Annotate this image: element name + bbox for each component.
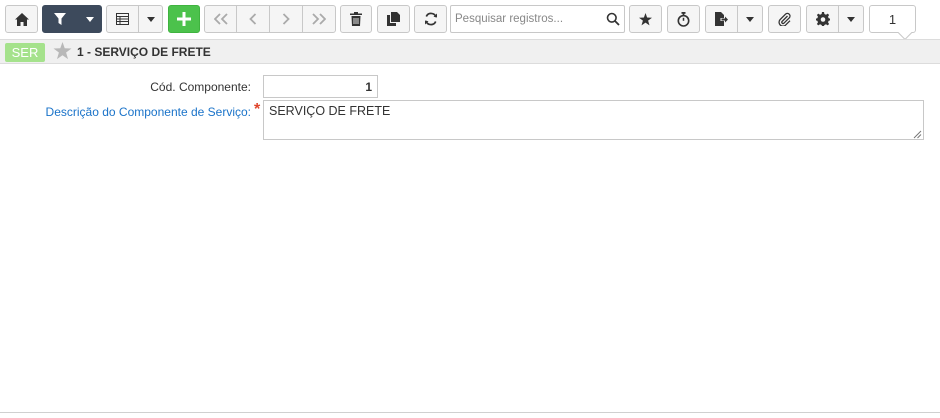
form-area: Cód. Componente: Descrição do Componente… <box>0 65 940 413</box>
filter-icon <box>54 13 66 25</box>
home-icon <box>14 12 29 26</box>
descricao-label: Descrição do Componente de Serviço: <box>45 105 251 119</box>
add-button[interactable] <box>168 5 200 33</box>
caret-down-icon <box>746 16 754 22</box>
record-header: SER 1 - SERVIÇO DE FRETE <box>0 39 940 64</box>
file-export-icon <box>715 12 728 26</box>
module-badge: SER <box>5 43 45 62</box>
favorite-star-icon[interactable] <box>53 42 72 63</box>
chevron-right-icon <box>282 13 290 25</box>
previous-record-button[interactable] <box>236 5 270 33</box>
caret-down-icon <box>146 16 155 22</box>
toolbar: 1 <box>0 0 940 38</box>
caret-down-icon <box>85 16 94 22</box>
export-dropdown-button[interactable] <box>737 5 763 33</box>
cod-componente-label: Cód. Componente: <box>150 80 251 94</box>
filter-dropdown-button[interactable] <box>77 5 102 33</box>
export-button[interactable] <box>705 5 738 33</box>
settings-button[interactable] <box>806 5 839 33</box>
chevron-left-icon <box>249 13 257 25</box>
paperclip-icon <box>778 12 791 26</box>
double-chevron-right-icon <box>312 13 326 25</box>
last-record-button[interactable] <box>302 5 336 33</box>
plus-icon <box>177 12 191 26</box>
double-chevron-left-icon <box>213 13 228 25</box>
cod-componente-field[interactable] <box>263 75 378 98</box>
timer-button[interactable] <box>667 5 700 33</box>
table-icon <box>116 13 129 25</box>
caret-down-icon <box>847 16 855 22</box>
table-view-dropdown-button[interactable] <box>138 5 163 33</box>
required-indicator: * <box>254 101 261 118</box>
resize-handle-icon[interactable] <box>912 128 922 142</box>
page-title: 1 - SERVIÇO DE FRETE <box>77 45 211 59</box>
trash-icon <box>350 12 362 26</box>
star-icon <box>639 12 652 26</box>
copy-button[interactable] <box>377 5 410 33</box>
stopwatch-icon <box>677 11 690 27</box>
copy-icon <box>387 12 400 26</box>
gear-icon <box>815 12 830 26</box>
favorite-button[interactable] <box>629 5 662 33</box>
search-box <box>450 5 625 33</box>
record-counter: 1 <box>869 5 916 33</box>
attachment-button[interactable] <box>768 5 801 33</box>
search-icon[interactable] <box>606 12 620 29</box>
delete-button[interactable] <box>340 5 372 33</box>
filter-button[interactable] <box>42 5 78 33</box>
home-button[interactable] <box>5 5 38 33</box>
search-input[interactable] <box>451 6 601 32</box>
next-record-button[interactable] <box>269 5 303 33</box>
table-view-button[interactable] <box>106 5 139 33</box>
descricao-field[interactable]: SERVIÇO DE FRETE <box>263 100 924 140</box>
refresh-icon <box>424 12 438 26</box>
refresh-button[interactable] <box>414 5 447 33</box>
first-record-button[interactable] <box>204 5 237 33</box>
settings-dropdown-button[interactable] <box>838 5 864 33</box>
